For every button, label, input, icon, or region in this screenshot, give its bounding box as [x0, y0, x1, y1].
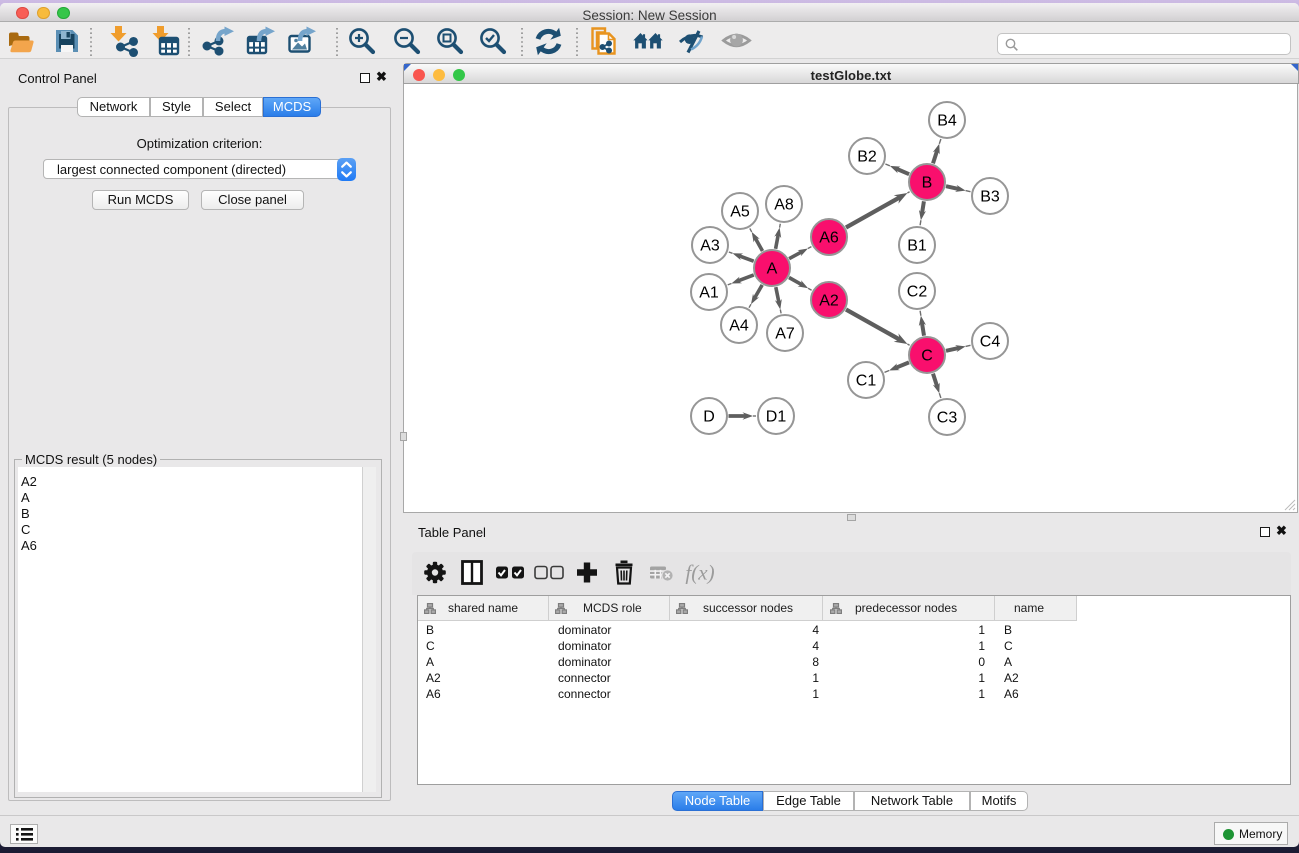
svg-text:B2: B2: [857, 149, 877, 166]
svg-text:A8: A8: [774, 197, 794, 214]
svg-text:A4: A4: [729, 318, 749, 335]
svg-text:D1: D1: [766, 409, 787, 426]
svg-text:B1: B1: [907, 238, 927, 255]
svg-text:C4: C4: [980, 334, 1001, 351]
svg-text:B4: B4: [937, 113, 957, 130]
svg-text:B: B: [922, 175, 933, 192]
svg-text:A1: A1: [699, 285, 719, 302]
svg-text:C3: C3: [937, 410, 958, 427]
svg-text:C1: C1: [856, 373, 877, 390]
svg-text:A3: A3: [700, 238, 720, 255]
svg-text:A2: A2: [819, 293, 839, 310]
svg-text:A6: A6: [819, 230, 839, 247]
svg-text:A: A: [767, 261, 778, 278]
svg-text:f(x): f(x): [685, 561, 714, 585]
svg-text:A5: A5: [730, 204, 750, 221]
svg-text:A7: A7: [775, 326, 795, 343]
svg-text:C: C: [921, 348, 933, 365]
svg-text:D: D: [703, 409, 715, 426]
svg-text:B3: B3: [980, 189, 1000, 206]
svg-text:C2: C2: [907, 284, 928, 301]
